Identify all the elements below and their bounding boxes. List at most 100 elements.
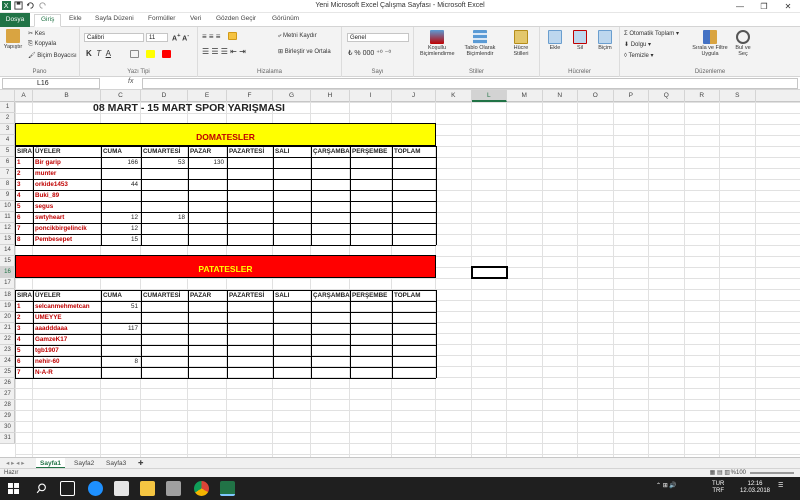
row-header[interactable]: 1: [0, 102, 15, 113]
value-cell[interactable]: [188, 223, 227, 234]
copy-button[interactable]: ⎘ Kopyala: [28, 41, 56, 48]
row-header[interactable]: 23: [0, 345, 15, 356]
number-format-select[interactable]: Genel: [347, 33, 409, 42]
tab-review[interactable]: Gözden Geçir: [216, 15, 256, 22]
value-cell[interactable]: [188, 201, 227, 212]
merge-center-button[interactable]: ⊞ Birleştir ve Ortala: [278, 48, 331, 55]
tab-formulas[interactable]: Formüller: [148, 15, 175, 22]
row-header[interactable]: 16: [0, 267, 15, 279]
row-header[interactable]: 9: [0, 190, 15, 202]
member-name-cell[interactable]: UMEYYE: [33, 312, 101, 323]
value-cell[interactable]: 53: [141, 157, 188, 168]
row-number-cell[interactable]: 6: [15, 212, 33, 223]
section-banner-patatesler[interactable]: PATATESLER: [15, 255, 436, 279]
row-header[interactable]: 20: [0, 312, 15, 323]
search-icon[interactable]: [36, 483, 47, 494]
value-cell[interactable]: [188, 168, 227, 179]
row-header[interactable]: 2: [0, 113, 15, 125]
section-banner-domatesler[interactable]: DOMATESLER: [15, 123, 436, 147]
member-name-cell[interactable]: tgb1907: [33, 345, 101, 356]
row-header[interactable]: 22: [0, 334, 15, 345]
row-header[interactable]: 14: [0, 245, 15, 257]
member-name-cell[interactable]: aaadddaaa: [33, 323, 101, 334]
member-name-cell[interactable]: Bir garip: [33, 157, 101, 168]
member-name-cell[interactable]: GamzeK17: [33, 334, 101, 345]
column-header[interactable]: Q: [649, 90, 685, 102]
delete-cells-button[interactable]: Sil: [569, 30, 591, 51]
header-cell[interactable]: ÜYELER: [33, 146, 101, 157]
value-cell[interactable]: 18: [141, 212, 188, 223]
column-header[interactable]: D: [141, 90, 188, 102]
column-header[interactable]: I: [350, 90, 392, 102]
column-header[interactable]: K: [436, 90, 472, 102]
row-number-cell[interactable]: 2: [15, 168, 33, 179]
windows-start-icon[interactable]: [8, 483, 19, 494]
value-cell[interactable]: [141, 223, 188, 234]
header-cell[interactable]: PAZAR: [188, 290, 227, 301]
value-cell[interactable]: 130: [188, 157, 227, 168]
row-number-cell[interactable]: 4: [15, 334, 33, 345]
column-header[interactable]: R: [685, 90, 720, 102]
row-number-cell[interactable]: 5: [15, 201, 33, 212]
value-cell[interactable]: [188, 179, 227, 190]
row-number-cell[interactable]: 7: [15, 367, 33, 378]
name-box[interactable]: L16: [2, 78, 100, 89]
chrome-icon[interactable]: [194, 481, 209, 496]
value-cell[interactable]: [141, 201, 188, 212]
select-all-corner[interactable]: [0, 90, 15, 102]
member-name-cell[interactable]: orkide1453: [33, 179, 101, 190]
header-cell[interactable]: PERŞEMBE: [350, 146, 392, 157]
horizontal-align-icons[interactable]: ☰ ☰ ☰ ⇤ ⇥: [202, 47, 246, 56]
paste-button[interactable]: Yapıştır: [2, 29, 24, 50]
format-as-table-button[interactable]: Tablo Olarak Biçimlendir: [460, 30, 500, 57]
header-cell[interactable]: SIRA NO: [15, 146, 33, 157]
value-cell[interactable]: [101, 367, 141, 378]
sort-filter-button[interactable]: Sırala ve Filtre Uygula: [692, 30, 728, 57]
header-cell[interactable]: SIRA NO: [15, 290, 33, 301]
app-icon[interactable]: [166, 481, 181, 496]
value-cell[interactable]: 12: [101, 223, 141, 234]
minimize-button[interactable]: —: [728, 0, 752, 13]
store-icon[interactable]: [114, 481, 129, 496]
value-cell[interactable]: 166: [101, 157, 141, 168]
header-cell[interactable]: CUMARTESİ: [141, 290, 188, 301]
value-cell[interactable]: [101, 334, 141, 345]
conditional-format-button[interactable]: Koşullu Biçimlendirme: [420, 30, 455, 57]
row-header[interactable]: 3: [0, 124, 15, 136]
member-name-cell[interactable]: segus: [33, 201, 101, 212]
row-header[interactable]: 26: [0, 378, 15, 389]
vertical-align-icons[interactable]: ≡ ≡ ≡: [202, 32, 220, 41]
insert-cells-button[interactable]: Ekle: [544, 30, 566, 51]
row-header[interactable]: 30: [0, 422, 15, 433]
sheet-title[interactable]: 08 MART - 15 MART SPOR YARIŞMASI: [33, 102, 350, 115]
row-header[interactable]: 8: [0, 179, 15, 191]
find-select-button[interactable]: Bul ve Seç: [730, 30, 756, 57]
row-number-cell[interactable]: 4: [15, 190, 33, 201]
column-header[interactable]: E: [188, 90, 227, 102]
row-header[interactable]: 4: [0, 135, 15, 147]
row-number-cell[interactable]: 1: [15, 157, 33, 168]
member-name-cell[interactable]: selcanmehmetcan: [33, 301, 101, 312]
row-header[interactable]: 18: [0, 290, 15, 301]
row-number-cell[interactable]: 1: [15, 301, 33, 312]
cell-styles-button[interactable]: Hücre Stilleri: [506, 30, 536, 57]
tab-insert[interactable]: Ekle: [69, 15, 82, 22]
number-format-icons[interactable]: ₺ % 000 ⁺⁰ ⁻⁰: [348, 49, 391, 57]
cell-area[interactable]: 08 MART - 15 MART SPOR YARIŞMASI DOMATESL…: [15, 102, 800, 457]
header-cell[interactable]: PAZARTESİ: [227, 146, 273, 157]
member-name-cell[interactable]: swtyheart: [33, 212, 101, 223]
row-number-cell[interactable]: 7: [15, 223, 33, 234]
column-header[interactable]: S: [720, 90, 756, 102]
header-cell[interactable]: ÇARŞAMBA: [311, 146, 350, 157]
notification-icon[interactable]: ☰: [778, 483, 783, 490]
row-number-cell[interactable]: 6: [15, 356, 33, 367]
active-cell-L16[interactable]: [470, 266, 508, 280]
column-header[interactable]: L: [471, 90, 507, 102]
tab-file[interactable]: Dosya: [0, 13, 30, 27]
header-cell[interactable]: PAZAR: [188, 146, 227, 157]
value-cell[interactable]: [101, 168, 141, 179]
row-header[interactable]: 5: [0, 146, 15, 158]
fx-icon[interactable]: fx: [128, 78, 133, 85]
value-cell[interactable]: [141, 179, 188, 190]
value-cell[interactable]: [188, 234, 227, 245]
